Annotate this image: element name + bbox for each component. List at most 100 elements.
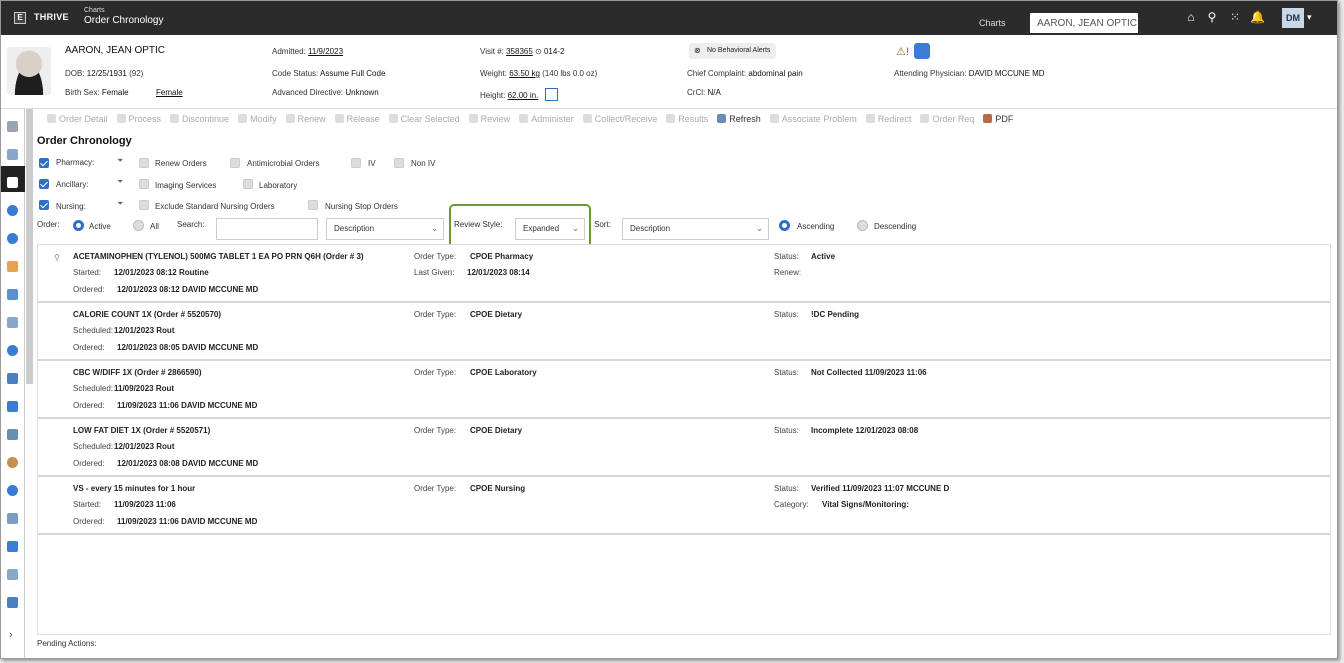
toolbar-button-results[interactable]: Results [666, 114, 708, 124]
order-row[interactable]: CBC W/DIFF 1X (Order # 2866590) Scheduled… [38, 361, 1330, 419]
weight-alt-value: (140 lbs 0.0 oz) [542, 69, 598, 78]
order-type-value: CPOE Nursing [470, 484, 526, 493]
chart-icon[interactable] [7, 513, 18, 524]
order-row[interactable]: CALORIE COUNT 1X (Order # 5520570) Schedu… [38, 303, 1330, 361]
order-row[interactable]: ⚲ ACETAMINOPHEN (TYLENOL) 500MG TABLET 1 … [38, 245, 1330, 303]
active-radio[interactable] [73, 220, 84, 231]
team-icon[interactable] [7, 485, 18, 496]
patient-photo [7, 47, 51, 95]
results-icon[interactable] [7, 205, 18, 216]
user-menu-caret-icon[interactable]: ▾ [1307, 12, 1312, 23]
toolbar-button-discontinue[interactable]: Discontinue [170, 114, 229, 124]
order-status-label: Status: [774, 426, 799, 435]
tag-icon[interactable] [7, 541, 18, 552]
book-icon[interactable] [7, 597, 18, 608]
allergy-icon[interactable] [914, 43, 930, 59]
history-icon[interactable] [7, 569, 18, 580]
admitted-value[interactable]: 11/9/2023 [308, 47, 343, 56]
ascending-radio[interactable] [779, 220, 790, 231]
charts-menu[interactable]: Charts [979, 18, 1006, 28]
non-iv-checkbox[interactable] [394, 158, 404, 168]
toolbar-button-label: Modify [250, 114, 277, 124]
ancillary-checkbox[interactable] [39, 179, 49, 189]
order-search-input[interactable] [216, 218, 318, 240]
search-field-select[interactable]: Description ⌄ [326, 218, 444, 240]
calculator-icon[interactable] [544, 88, 558, 101]
globe-icon[interactable] [7, 345, 18, 356]
laboratory-checkbox[interactable] [243, 179, 253, 189]
order-row[interactable]: VS - every 15 minutes for 1 hour Started:… [38, 477, 1330, 535]
home-icon[interactable]: ⌂ [1184, 10, 1198, 24]
nursing-filter-icon[interactable]: ⏷ [117, 199, 123, 209]
documents-icon[interactable] [7, 289, 18, 300]
attending-label: Attending Physician: [894, 69, 967, 78]
review-style-select[interactable]: Expanded ⌄ [515, 218, 585, 240]
person-icon[interactable] [7, 457, 18, 468]
warning-icon[interactable]: ⚠! [896, 45, 909, 58]
visit-value[interactable]: 358365 [506, 47, 533, 56]
chevron-down-icon: ⌄ [431, 224, 438, 233]
toolbar-button-redirect[interactable]: Redirect [865, 114, 911, 124]
toolbar-button-refresh[interactable]: Refresh [717, 114, 761, 124]
toolbar-button-administer[interactable]: Administer [519, 114, 574, 124]
dob-value: 12/25/1931 [86, 69, 127, 78]
order-status-label: Status: [774, 368, 799, 377]
order-start-value: 12/01/2023 Rout [114, 442, 175, 451]
renew-orders-checkbox[interactable] [139, 158, 149, 168]
drop-icon[interactable] [7, 373, 18, 384]
order-row[interactable]: LOW FAT DIET 1X (Order # 5520571) Schedul… [38, 419, 1330, 477]
iv-checkbox[interactable] [351, 158, 361, 168]
ancillary-filter-icon[interactable]: ⏷ [117, 177, 123, 187]
summary-icon[interactable] [7, 121, 18, 132]
order-extra-label: Last Given: [414, 268, 455, 277]
patient-name[interactable]: AARON, JEAN OPTIC [65, 45, 165, 56]
all-radio[interactable] [133, 220, 144, 231]
pen-icon[interactable] [7, 317, 18, 328]
scrollbar[interactable] [26, 109, 33, 384]
height-value[interactable]: 62.00 in. [508, 91, 539, 100]
toolbar-button-process[interactable]: Process [116, 114, 161, 124]
nursing-checkbox[interactable] [39, 200, 49, 210]
orders-icon[interactable] [7, 177, 18, 188]
toolbar-button-collect-receive[interactable]: Collect/Receive [582, 114, 657, 124]
toolbar-button-order-req[interactable]: Order Req [920, 114, 974, 124]
apps-grid-icon[interactable]: ⁙ [1228, 10, 1242, 24]
toolbar-button-associate-problem[interactable]: Associate Problem [769, 114, 857, 124]
patient-search-input[interactable]: AARON, JEAN OPTIC [1030, 13, 1138, 33]
descending-radio[interactable] [857, 220, 868, 231]
notes-icon[interactable] [7, 233, 18, 244]
search-icon[interactable]: ⚲ [1205, 10, 1219, 24]
calendar-icon[interactable] [7, 401, 18, 412]
toolbar-button-renew[interactable]: Renew [285, 114, 326, 124]
sort-field-select[interactable]: Description ⌄ [622, 218, 769, 240]
weight-value[interactable]: 63.50 kg [509, 69, 540, 78]
toolbar-button-release[interactable]: Release [334, 114, 380, 124]
left-nav: › [1, 109, 25, 658]
expand-nav-chevron-icon[interactable]: › [9, 629, 13, 641]
behavioral-alert-badge[interactable]: ⊗ No Behavioral Alerts [689, 43, 777, 59]
mar-icon[interactable] [7, 261, 18, 272]
imaging-checkbox[interactable] [139, 179, 149, 189]
order-status-value: Incomplete 12/01/2023 08:08 [811, 426, 919, 435]
user-avatar[interactable]: DM [1282, 8, 1304, 28]
toolbar-button-clear-selected[interactable]: Clear Selected [388, 114, 460, 124]
bell-icon[interactable]: 🔔 [1250, 10, 1265, 24]
gender-value[interactable]: Female [156, 88, 183, 97]
order-scope-label: Order: [37, 220, 60, 229]
toolbar-button-pdf[interactable]: PDF [983, 114, 1013, 124]
report-icon[interactable] [7, 429, 18, 440]
breadcrumb[interactable]: Charts [84, 7, 105, 14]
pharmacy-checkbox[interactable] [39, 158, 49, 168]
toolbar-button-review[interactable]: Review [468, 114, 510, 124]
order-type-label: Order Type: [414, 426, 457, 435]
toolbar-button-order-detail[interactable]: Order Detail [47, 114, 108, 124]
order-status-value: Verified 11/09/2023 11:07 MCCUNE D [811, 484, 950, 493]
vitals-icon[interactable] [7, 149, 18, 160]
pharmacy-filter-icon[interactable]: ⏷ [117, 156, 123, 166]
antimicrobial-checkbox[interactable] [230, 158, 240, 168]
crcl-label: CrCl: [687, 88, 706, 97]
toolbar-button-modify[interactable]: Modify [238, 114, 277, 124]
pin-icon[interactable]: ⚲ [54, 253, 60, 262]
nursing-stop-checkbox[interactable] [308, 200, 318, 210]
exclude-standard-checkbox[interactable] [139, 200, 149, 210]
